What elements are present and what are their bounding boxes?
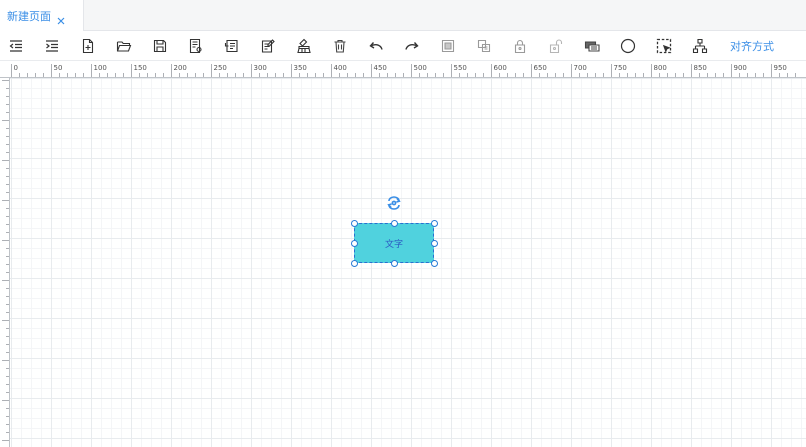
undo-icon[interactable]: [366, 36, 386, 56]
ruler-label: 650: [534, 64, 547, 72]
ellipse-icon[interactable]: [618, 36, 638, 56]
ruler-label: 100: [94, 64, 107, 72]
combine-icon[interactable]: [582, 36, 602, 56]
drawing-canvas[interactable]: 文字: [10, 78, 806, 447]
ruler-label: 400: [334, 64, 347, 72]
tab-new-page[interactable]: 新建页面: [0, 0, 84, 31]
new-file-icon[interactable]: [78, 36, 98, 56]
ruler-label: 300: [254, 64, 267, 72]
text-shape[interactable]: 文字: [354, 223, 434, 263]
ruler-label: 800: [654, 64, 667, 72]
ruler-label: 500: [414, 64, 427, 72]
vertical-ruler-ticks: [2, 80, 9, 441]
resize-handle-top[interactable]: [391, 220, 398, 227]
horizontal-ruler: 0 50 100 150 200 250 300 350 400 450 500 550 600 650 7…: [0, 61, 806, 78]
toolbar: 对齐方式: [0, 31, 806, 61]
resize-handle-bottom-left[interactable]: [351, 260, 358, 267]
ruler-label: 250: [214, 64, 227, 72]
resize-handle-bottom[interactable]: [391, 260, 398, 267]
resize-handle-left[interactable]: [351, 240, 358, 247]
resize-handle-bottom-right[interactable]: [431, 260, 438, 267]
redo-icon[interactable]: [402, 36, 422, 56]
resize-handle-right[interactable]: [431, 240, 438, 247]
tab-bar: 新建页面: [0, 0, 806, 31]
ruler-label: 50: [54, 64, 63, 72]
ruler-label: 700: [574, 64, 587, 72]
ruler-label: 900: [734, 64, 747, 72]
indent-icon[interactable]: [42, 36, 62, 56]
template-icon[interactable]: [258, 36, 278, 56]
ruler-label: 350: [294, 64, 307, 72]
ruler-label: 950: [774, 64, 787, 72]
horizontal-ruler-ticks: 0 50 100 150 200 250 300 350 400 450 500 550 600 650 7…: [11, 64, 796, 77]
save-icon[interactable]: [150, 36, 170, 56]
ruler-label: 550: [454, 64, 467, 72]
vertical-ruler: [0, 78, 10, 447]
preview-icon[interactable]: [186, 36, 206, 56]
ruler-label: 450: [374, 64, 387, 72]
ruler-label: 750: [614, 64, 627, 72]
lock-icon[interactable]: [510, 36, 530, 56]
send-back-icon[interactable]: [474, 36, 494, 56]
outdent-icon[interactable]: [6, 36, 26, 56]
ruler-label: 600: [494, 64, 507, 72]
ruler-label: 0: [14, 64, 18, 72]
resize-handle-top-left[interactable]: [351, 220, 358, 227]
align-dropdown-button[interactable]: 对齐方式: [730, 38, 774, 54]
export-icon[interactable]: [222, 36, 242, 56]
open-folder-icon[interactable]: [114, 36, 134, 56]
hierarchy-icon[interactable]: [690, 36, 710, 56]
tab-label: 新建页面: [7, 9, 51, 23]
bring-front-icon[interactable]: [438, 36, 458, 56]
selection-icon[interactable]: [654, 36, 674, 56]
shape-label: 文字: [384, 239, 403, 250]
delete-icon[interactable]: [330, 36, 350, 56]
unlock-icon[interactable]: [546, 36, 566, 56]
close-icon[interactable]: [56, 11, 66, 24]
ruler-label: 150: [134, 64, 147, 72]
ruler-label: 200: [174, 64, 187, 72]
resize-handle-top-right[interactable]: [431, 220, 438, 227]
ruler-label: 850: [694, 64, 707, 72]
rotate-handle-icon[interactable]: [386, 195, 402, 211]
format-brush-icon[interactable]: [294, 36, 314, 56]
